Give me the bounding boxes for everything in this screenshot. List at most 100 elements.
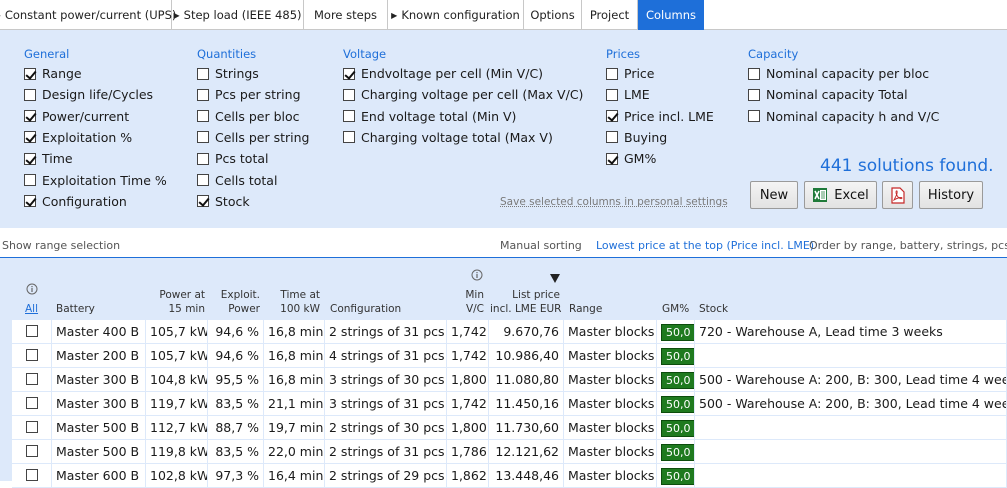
option-lme[interactable]: LME bbox=[606, 87, 650, 102]
table-row[interactable]: Master 500 B 112,7 kW 88,7 % 19,7 min 2 stri… bbox=[12, 416, 1007, 440]
checkbox[interactable] bbox=[24, 174, 36, 186]
option-design-life-cycles[interactable]: Design life/Cycles bbox=[24, 87, 153, 102]
tab-columns[interactable]: Columns bbox=[638, 0, 704, 30]
table-row[interactable]: Master 300 B 119,7 kW 83,5 % 21,1 min 3 stri… bbox=[12, 392, 1007, 416]
header-exploit[interactable]: Exploit. bbox=[210, 288, 260, 302]
option-end-voltage-total-min-v[interactable]: End voltage total (Min V) bbox=[343, 109, 516, 124]
row-select-checkbox[interactable] bbox=[25, 421, 38, 433]
header-time-at[interactable]: Time at bbox=[268, 288, 320, 302]
option-endvoltage-per-cell-min-v-c[interactable]: Endvoltage per cell (Min V/C) bbox=[343, 66, 543, 81]
table-row[interactable]: Master 500 B 119,8 kW 83,5 % 22,0 min 2 stri… bbox=[12, 440, 1007, 464]
header-power-at[interactable]: Power at bbox=[150, 288, 205, 302]
table-row[interactable]: Master 200 B 105,7 kW 94,6 % 16,8 min 4 stri… bbox=[12, 344, 1007, 368]
option-nominal-capacity-total[interactable]: Nominal capacity Total bbox=[748, 87, 908, 102]
checkbox[interactable] bbox=[343, 110, 355, 123]
option-buying[interactable]: Buying bbox=[606, 130, 667, 145]
select-all-link[interactable]: All bbox=[25, 302, 38, 316]
row-select-checkbox[interactable] bbox=[25, 397, 38, 409]
row-select-checkbox[interactable] bbox=[25, 373, 38, 385]
tab-more-steps[interactable]: More steps bbox=[304, 0, 388, 30]
option-time[interactable]: Time bbox=[24, 151, 73, 166]
option-exploitation[interactable]: Exploitation % bbox=[24, 130, 132, 145]
checkbox[interactable] bbox=[748, 88, 760, 101]
checkbox[interactable] bbox=[24, 195, 36, 208]
header-list-price[interactable]: List price bbox=[490, 288, 560, 302]
checkbox[interactable] bbox=[24, 110, 36, 123]
tab-constant-power-current-ups[interactable]: ▶Constant power/current (UPS) bbox=[0, 0, 176, 30]
row-select-checkbox[interactable] bbox=[25, 349, 38, 361]
option-nominal-capacity-h-and-v-c[interactable]: Nominal capacity h and V/C bbox=[748, 109, 939, 124]
row-checkbox[interactable] bbox=[12, 392, 52, 415]
header-min[interactable]: Min bbox=[450, 288, 484, 302]
option-price-incl-lme[interactable]: Price incl. LME bbox=[606, 109, 714, 124]
option-cells-per-string[interactable]: Cells per string bbox=[197, 130, 309, 145]
header-battery[interactable]: Battery bbox=[56, 302, 95, 316]
checkbox[interactable] bbox=[606, 67, 618, 80]
checkbox[interactable] bbox=[748, 67, 760, 80]
checkbox[interactable] bbox=[24, 67, 36, 80]
checkbox[interactable] bbox=[197, 67, 209, 80]
option-configuration[interactable]: Configuration bbox=[24, 194, 127, 209]
row-checkbox[interactable] bbox=[12, 320, 52, 343]
header-stock[interactable]: Stock bbox=[699, 302, 728, 316]
row-select-checkbox[interactable] bbox=[25, 445, 38, 457]
header-configuration[interactable]: Configuration bbox=[330, 302, 401, 316]
header-gm[interactable]: GM% bbox=[662, 302, 689, 316]
option-stock[interactable]: Stock bbox=[197, 194, 250, 209]
checkbox[interactable] bbox=[606, 152, 618, 165]
checkbox[interactable] bbox=[748, 110, 760, 123]
option-power-current[interactable]: Power/current bbox=[24, 109, 129, 124]
checkbox[interactable] bbox=[343, 131, 355, 144]
history-button[interactable]: History bbox=[919, 181, 983, 209]
option-pcs-per-string[interactable]: Pcs per string bbox=[197, 87, 301, 102]
table-row[interactable]: Master 300 B 104,8 kW 95,5 % 16,8 min 3 stri… bbox=[12, 368, 1007, 392]
checkbox[interactable] bbox=[24, 88, 36, 101]
option-nominal-capacity-per-bloc[interactable]: Nominal capacity per bloc bbox=[748, 66, 929, 81]
row-checkbox[interactable] bbox=[12, 344, 52, 367]
checkbox[interactable] bbox=[24, 131, 36, 144]
table-row[interactable]: Master 400 B 105,7 kW 94,6 % 16,8 min 2 stri… bbox=[12, 320, 1007, 344]
checkbox[interactable] bbox=[606, 88, 618, 101]
checkbox[interactable] bbox=[197, 110, 209, 123]
tab-project[interactable]: Project bbox=[582, 0, 638, 30]
row-select-checkbox[interactable] bbox=[25, 325, 38, 337]
tab-step-load-ieee-485[interactable]: ▶ Step load (IEEE 485) bbox=[172, 0, 304, 30]
option-range[interactable]: Range bbox=[24, 66, 82, 81]
row-checkbox[interactable] bbox=[12, 368, 52, 391]
checkbox[interactable] bbox=[197, 195, 209, 208]
tab-known-configuration[interactable]: ▶ Known configuration bbox=[388, 0, 524, 30]
option-cells-per-bloc[interactable]: Cells per bloc bbox=[197, 109, 300, 124]
row-select-checkbox[interactable] bbox=[25, 469, 38, 481]
header-range[interactable]: Range bbox=[569, 302, 602, 316]
checkbox[interactable] bbox=[197, 131, 209, 144]
checkbox[interactable] bbox=[606, 131, 618, 144]
option-cells-total[interactable]: Cells total bbox=[197, 173, 277, 188]
tab-options[interactable]: Options bbox=[524, 0, 582, 30]
checkbox[interactable] bbox=[197, 174, 209, 186]
option-gm[interactable]: GM% bbox=[606, 151, 656, 166]
checkbox[interactable] bbox=[343, 67, 355, 80]
checkbox[interactable] bbox=[197, 88, 209, 101]
option-strings[interactable]: Strings bbox=[197, 66, 259, 81]
excel-button[interactable]: Excel bbox=[804, 181, 877, 209]
option-exploitation-time[interactable]: Exploitation Time % bbox=[24, 173, 167, 188]
checkbox[interactable] bbox=[606, 110, 618, 123]
manual-sorting-link[interactable]: Manual sorting bbox=[500, 239, 582, 252]
checkbox[interactable] bbox=[24, 152, 36, 165]
save-columns-link[interactable]: Save selected columns in personal settin… bbox=[500, 196, 728, 208]
option-price[interactable]: Price bbox=[606, 66, 655, 81]
option-charging-voltage-per-cell-max-v-c[interactable]: Charging voltage per cell (Max V/C) bbox=[343, 87, 583, 102]
checkbox[interactable] bbox=[197, 152, 209, 165]
row-checkbox[interactable] bbox=[12, 416, 52, 439]
new-button[interactable]: New bbox=[750, 181, 798, 209]
option-pcs-total[interactable]: Pcs total bbox=[197, 151, 268, 166]
row-checkbox[interactable] bbox=[12, 440, 52, 463]
show-range-selection-link[interactable]: Show range selection bbox=[2, 239, 120, 252]
checkbox[interactable] bbox=[343, 88, 355, 101]
order-by-range-link[interactable]: Order by range, battery, strings, pcs/st… bbox=[809, 239, 1007, 252]
table-row[interactable]: Master 600 B 102,8 kW 97,3 % 16,4 min 2 stri… bbox=[12, 464, 1007, 488]
lowest-price-sort-link[interactable]: Lowest price at the top (Price incl. LME… bbox=[596, 239, 814, 252]
row-checkbox[interactable] bbox=[12, 464, 52, 487]
option-charging-voltage-total-max-v[interactable]: Charging voltage total (Max V) bbox=[343, 130, 553, 145]
pdf-button[interactable] bbox=[882, 181, 913, 209]
